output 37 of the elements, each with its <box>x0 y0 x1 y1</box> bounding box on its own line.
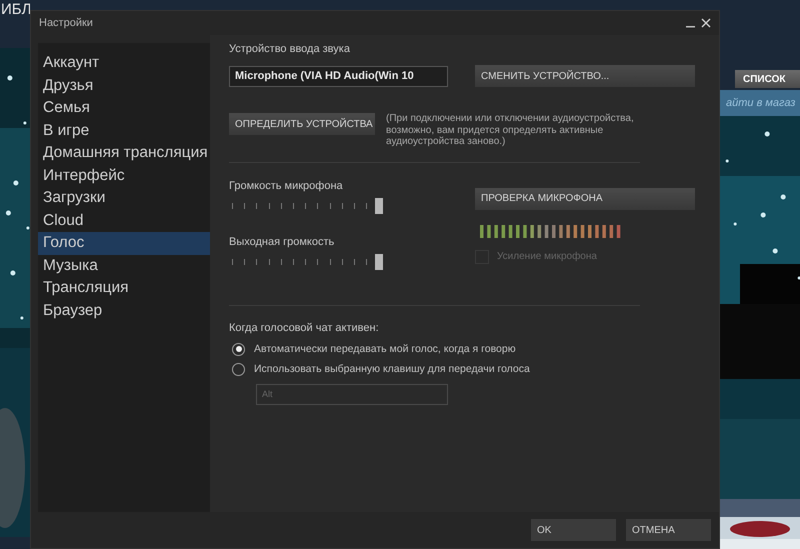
sidebar-item[interactable]: Друзья <box>38 74 210 97</box>
sidebar-item[interactable]: Трансляция <box>38 277 210 300</box>
test-microphone-button[interactable]: ПРОВЕРКА МИКРОФОНА <box>475 188 695 210</box>
volume-slider[interactable] <box>229 198 383 214</box>
radio-button[interactable] <box>232 342 245 356</box>
radio-button[interactable] <box>232 362 245 376</box>
dialog-button[interactable]: ОТМЕНА <box>626 519 711 541</box>
close-icon[interactable] <box>701 18 711 28</box>
slider-thumb[interactable] <box>375 198 383 214</box>
sidebar-item[interactable]: Домашняя трансляция <box>38 142 210 164</box>
sidebar-item[interactable]: Голос <box>38 232 210 254</box>
change-device-button[interactable]: СМЕНИТЬ УСТРОЙСТВО... <box>475 65 695 87</box>
detect-devices-button[interactable]: ОПРЕДЕЛИТЬ УСТРОЙСТВА <box>229 113 375 135</box>
search-field[interactable]: айти в магаз <box>720 90 800 116</box>
radio-label: Использовать выбранную клавишу для передачи голоса <box>254 363 530 375</box>
section-label: Устройство ввода звука <box>229 42 351 56</box>
sidebar-item[interactable]: Браузер <box>38 300 210 322</box>
volume-slider[interactable] <box>229 254 383 270</box>
sidebar-item[interactable]: В игре <box>38 120 210 142</box>
sidebar-item[interactable]: Семья <box>38 97 210 120</box>
sidebar-item[interactable]: Cloud <box>38 210 210 232</box>
sidebar-item[interactable]: Музыка <box>38 254 210 277</box>
checkbox-label: Усиление микрофона <box>497 251 597 262</box>
slider-thumb[interactable] <box>375 254 383 270</box>
slider-label: Выходная громкость <box>229 234 336 248</box>
dialog-button[interactable]: OK <box>531 519 616 541</box>
list-button[interactable]: СПИСОК <box>735 70 800 88</box>
sidebar-item[interactable]: Аккаунт <box>38 52 210 74</box>
device-note: (При подключении или отключении аудиоустройства, возможно, вам придется определять активные аудиоустройства заново.) <box>386 113 635 148</box>
radio-label: Автоматически передавать мой голос, когда я говорю <box>254 343 516 355</box>
slider-label: Громкость микрофона <box>229 178 344 192</box>
window-title: Настройки <box>39 17 94 29</box>
device-field[interactable]: Microphone (VIA HD Audio(Win 10 <box>229 66 448 86</box>
sidebar-item[interactable]: Интерфейс <box>38 164 210 187</box>
store-nav-link[interactable]: ИБЛ <box>1 2 30 18</box>
section-label: Когда голосовой чат активен: <box>229 320 380 334</box>
sidebar-item[interactable]: Загрузки <box>38 187 210 210</box>
